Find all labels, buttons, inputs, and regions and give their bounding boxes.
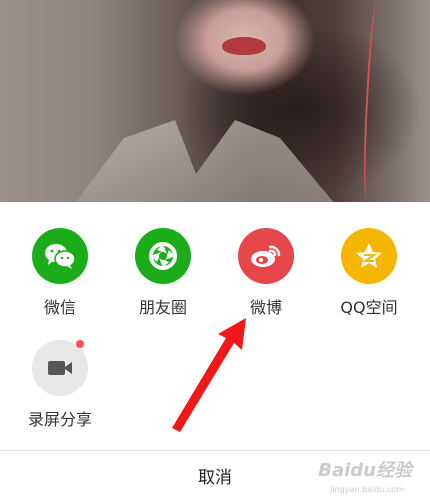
share-screen-record[interactable]: 录屏分享 (10, 340, 110, 430)
photo-collar-shape (70, 120, 340, 210)
share-qzone-label: QQ空间 (340, 298, 398, 317)
photo-lips-shape (222, 37, 266, 55)
video-camera-icon (32, 340, 88, 396)
weibo-icon (238, 228, 294, 284)
watermark-url: jingyan.baidu.com (330, 485, 404, 494)
moments-icon (135, 228, 191, 284)
share-screen-record-label: 录屏分享 (27, 410, 92, 429)
video-background-photo (0, 0, 430, 210)
share-moments-label: 朋友圈 (138, 298, 187, 317)
share-moments[interactable]: 朋友圈 (113, 228, 213, 318)
share-qzone[interactable]: QQ空间 (319, 228, 419, 318)
share-wechat-label: 微信 (43, 298, 76, 317)
photo-earphone-cord (360, 0, 384, 201)
share-weibo-label: 微博 (249, 298, 282, 317)
qzone-icon (341, 228, 397, 284)
wechat-icon (32, 228, 88, 284)
notification-dot (76, 340, 84, 348)
share-wechat[interactable]: 微信 (10, 228, 110, 318)
watermark-logo: Baidu经验 (318, 460, 412, 481)
share-weibo[interactable]: 微博 (216, 228, 316, 318)
